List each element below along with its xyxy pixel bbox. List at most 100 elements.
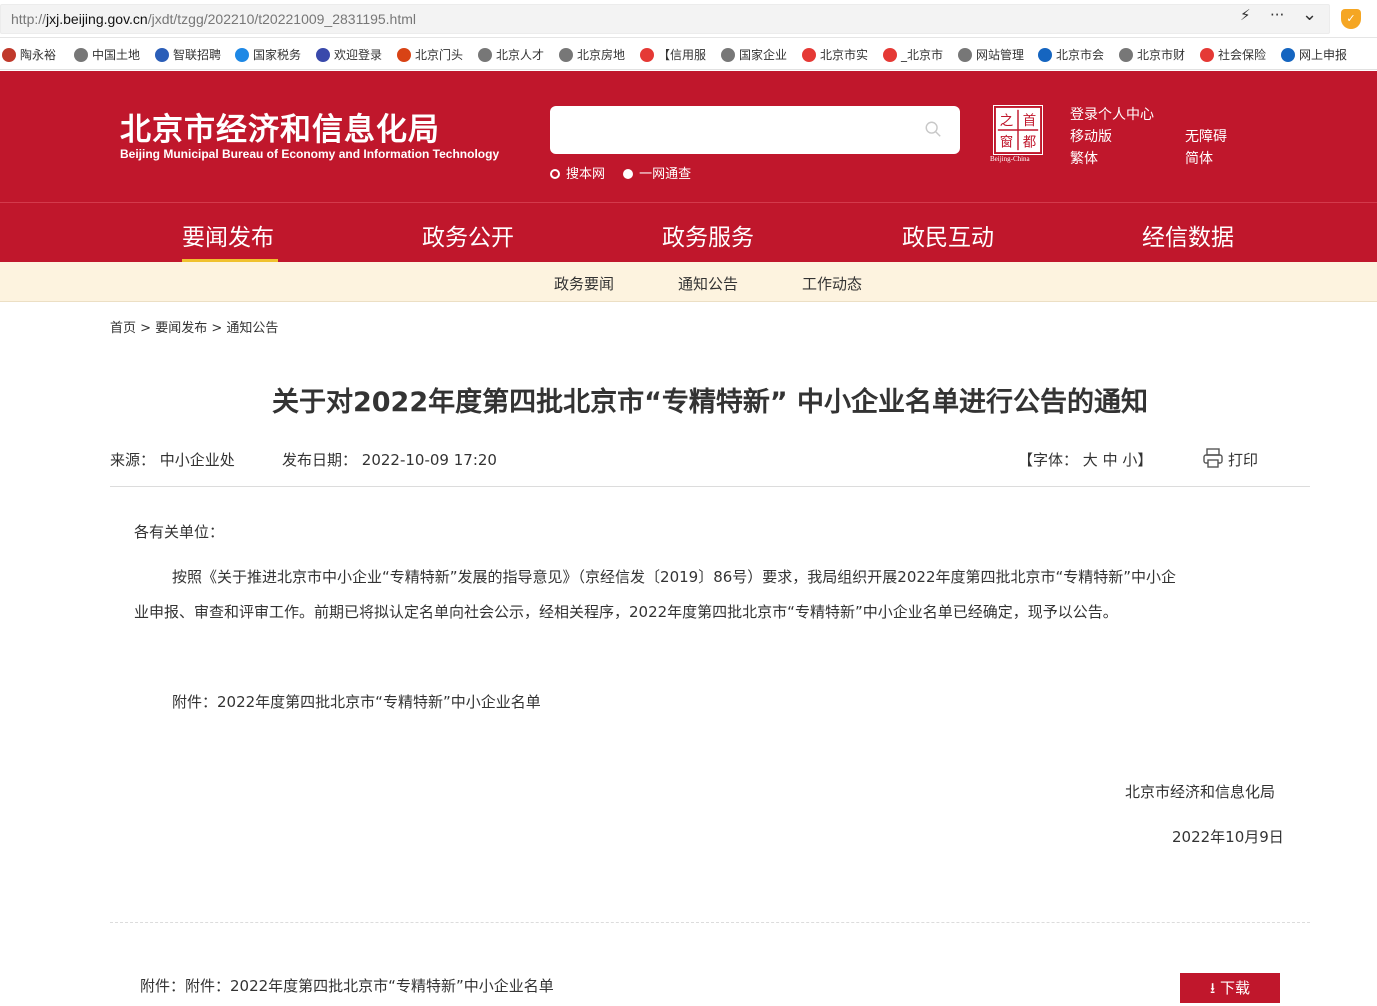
search-input[interactable] bbox=[550, 106, 960, 154]
capital-window-logo[interactable]: 之 首 窗 都 bbox=[993, 105, 1043, 155]
breadcrumb-sep: > bbox=[211, 321, 223, 336]
article-title: 关于对2022年度第四批北京市“专精特新” 中小企业名单进行公告的通知 bbox=[271, 387, 1149, 418]
font-small-button[interactable]: 小】 bbox=[1122, 451, 1152, 469]
bookmark-favicon-icon bbox=[155, 48, 169, 62]
radio-off-icon bbox=[623, 169, 634, 179]
svg-text:首: 首 bbox=[1023, 113, 1036, 129]
bookmarks-bar: 陶永裕 中国土地 智联招聘 国家税务 欢迎登录 北京门头 北京人才 北京房地 【信用服 国家企业 北… bbox=[0, 38, 1377, 70]
bookmark-item[interactable]: 北京门头 bbox=[397, 46, 463, 63]
site-header: 北京市经济和信息化局 Beijing Municipal Bureau of E… bbox=[0, 71, 1377, 202]
bookmark-favicon-icon bbox=[397, 48, 411, 62]
bookmark-item[interactable]: _北京市 bbox=[883, 46, 943, 63]
bookmark-label: 欢迎登录 bbox=[334, 48, 383, 62]
nav-open-gov[interactable]: 政务公开 bbox=[422, 218, 514, 252]
subnav-work-updates[interactable]: 工作动态 bbox=[802, 273, 862, 294]
bookmark-label: 北京市会 bbox=[1056, 48, 1105, 62]
search-icon[interactable] bbox=[924, 120, 942, 138]
chevron-down-icon[interactable]: ⌄ bbox=[1302, 4, 1317, 25]
font-medium-button[interactable]: 中 bbox=[1103, 451, 1118, 469]
nav-services[interactable]: 政务服务 bbox=[662, 218, 754, 252]
nav-interaction[interactable]: 政民互动 bbox=[902, 218, 994, 252]
bookmark-label: 国家税务 bbox=[253, 48, 302, 62]
attachment-line: 附件：2022年度第四批北京市“专精特新”中小企业名单 bbox=[172, 693, 541, 711]
bookmark-favicon-icon bbox=[2, 48, 16, 62]
bookmark-label: 北京市实 bbox=[820, 48, 869, 62]
body-line-2: 业申报、审查和评审工作。前期已将拟认定名单向社会公示，经相关程序，2022年度第… bbox=[134, 603, 1118, 621]
browser-address-bar: http://jxj.beijing.gov.cn/jxdt/tzgg/2022… bbox=[0, 0, 1377, 38]
bookmark-item[interactable]: 北京房地 bbox=[559, 46, 625, 63]
bookmark-item[interactable]: 网上申报 bbox=[1281, 46, 1347, 63]
bookmark-item[interactable]: 网站管理 bbox=[958, 46, 1024, 63]
breadcrumb-level2[interactable]: 通知公告 bbox=[226, 321, 278, 336]
bookmark-favicon-icon bbox=[74, 48, 88, 62]
simplified-link[interactable]: 简体 bbox=[1185, 148, 1213, 168]
bookmark-item[interactable]: 社会保险 bbox=[1200, 46, 1266, 63]
bookmark-label: 网站管理 bbox=[976, 48, 1025, 62]
main-nav: 要闻发布 政务公开 政务服务 政民互动 经信数据 bbox=[0, 202, 1377, 263]
lightning-icon[interactable]: ⚡ bbox=[1240, 6, 1251, 24]
bookmark-item[interactable]: 北京人才 bbox=[478, 46, 544, 63]
bookmark-label: 陶永裕 bbox=[20, 48, 57, 62]
radio-this-site[interactable]: 搜本网 bbox=[550, 167, 605, 182]
bookmark-item[interactable]: 中国土地 bbox=[74, 46, 140, 63]
nav-news[interactable]: 要闻发布 bbox=[182, 218, 274, 252]
bookmark-favicon-icon bbox=[883, 48, 897, 62]
bookmark-item[interactable]: 国家企业 bbox=[721, 46, 787, 63]
site-subtitle: Beijing Municipal Bureau of Economy and … bbox=[120, 147, 500, 161]
bookmark-item[interactable]: 陶永裕 bbox=[2, 46, 56, 63]
download-button[interactable]: ⭳ 下载 bbox=[1180, 973, 1280, 1003]
bookmark-item[interactable]: 北京市会 bbox=[1038, 46, 1104, 63]
shield-icon[interactable]: ✓ bbox=[1341, 9, 1361, 29]
bookmark-label: 【信用服 bbox=[658, 48, 707, 62]
print-button[interactable]: 打印 bbox=[1228, 449, 1258, 470]
radio-all[interactable]: 一网通查 bbox=[623, 167, 691, 182]
radio-on-icon bbox=[550, 169, 560, 179]
bookmark-item[interactable]: 【信用服 bbox=[640, 46, 706, 63]
breadcrumb-home[interactable]: 首页 bbox=[110, 321, 136, 336]
bookmark-item[interactable]: 智联招聘 bbox=[155, 46, 221, 63]
login-link[interactable]: 登录个人中心 bbox=[1070, 104, 1154, 124]
bookmark-label: 北京市财 bbox=[1137, 48, 1186, 62]
search-scope: 搜本网 一网通查 bbox=[550, 163, 691, 182]
meta-divider bbox=[110, 486, 1310, 487]
svg-text:窗: 窗 bbox=[1000, 133, 1013, 150]
more-icon[interactable]: ··· bbox=[1270, 6, 1284, 24]
bookmark-label: 社会保险 bbox=[1218, 48, 1267, 62]
mobile-link[interactable]: 移动版 bbox=[1070, 126, 1112, 146]
bookmark-label: 国家企业 bbox=[739, 48, 788, 62]
accessible-link[interactable]: 无障碍 bbox=[1185, 126, 1227, 146]
bookmark-item[interactable]: 北京市财 bbox=[1119, 46, 1185, 63]
breadcrumb-sep: > bbox=[140, 321, 152, 336]
subnav-notices[interactable]: 通知公告 bbox=[678, 273, 738, 294]
bookmark-item[interactable]: 欢迎登录 bbox=[316, 46, 382, 63]
breadcrumb: 首页 > 要闻发布 > 通知公告 bbox=[110, 317, 278, 336]
font-size-control: 【字体： 大 中 小】 bbox=[1018, 451, 1153, 469]
bookmark-favicon-icon bbox=[802, 48, 816, 62]
traditional-link[interactable]: 繁体 bbox=[1070, 148, 1098, 168]
bookmark-label: 北京房地 bbox=[577, 48, 626, 62]
svg-text:之: 之 bbox=[1000, 113, 1013, 129]
bookmark-label: 北京门头 bbox=[415, 48, 464, 62]
printer-icon[interactable] bbox=[1202, 447, 1224, 469]
attachment-link[interactable]: 附件：附件：2022年度第四批北京市“专精特新”中小企业名单 bbox=[140, 975, 554, 996]
download-icon: ⭳ bbox=[1209, 979, 1220, 997]
bookmark-item[interactable]: 北京市实 bbox=[802, 46, 868, 63]
url-text[interactable]: http://jxj.beijing.gov.cn/jxdt/tzgg/2022… bbox=[11, 11, 416, 27]
url-field[interactable]: http://jxj.beijing.gov.cn/jxdt/tzgg/2022… bbox=[0, 4, 1330, 34]
date-meta: 发布日期： 2022-10-09 17:20 bbox=[282, 451, 497, 469]
bookmark-favicon-icon bbox=[1200, 48, 1214, 62]
source-meta: 来源： 中小企业处 bbox=[110, 451, 235, 469]
attachment-divider bbox=[110, 922, 1310, 923]
nav-data[interactable]: 经信数据 bbox=[1142, 218, 1234, 252]
bookmark-item[interactable]: 国家税务 bbox=[235, 46, 301, 63]
site-title[interactable]: 北京市经济和信息化局 bbox=[120, 104, 440, 149]
breadcrumb-level1[interactable]: 要闻发布 bbox=[155, 321, 207, 336]
subnav-gov-news[interactable]: 政务要闻 bbox=[554, 273, 614, 294]
bookmark-favicon-icon bbox=[235, 48, 249, 62]
bookmark-favicon-icon bbox=[1281, 48, 1295, 62]
url-prefix: http:// bbox=[11, 11, 47, 27]
bookmark-label: 网上申报 bbox=[1299, 48, 1348, 62]
font-large-button[interactable]: 大 bbox=[1083, 451, 1098, 469]
url-host: jxj.beijing.gov.cn bbox=[46, 11, 148, 27]
bookmark-favicon-icon bbox=[721, 48, 735, 62]
